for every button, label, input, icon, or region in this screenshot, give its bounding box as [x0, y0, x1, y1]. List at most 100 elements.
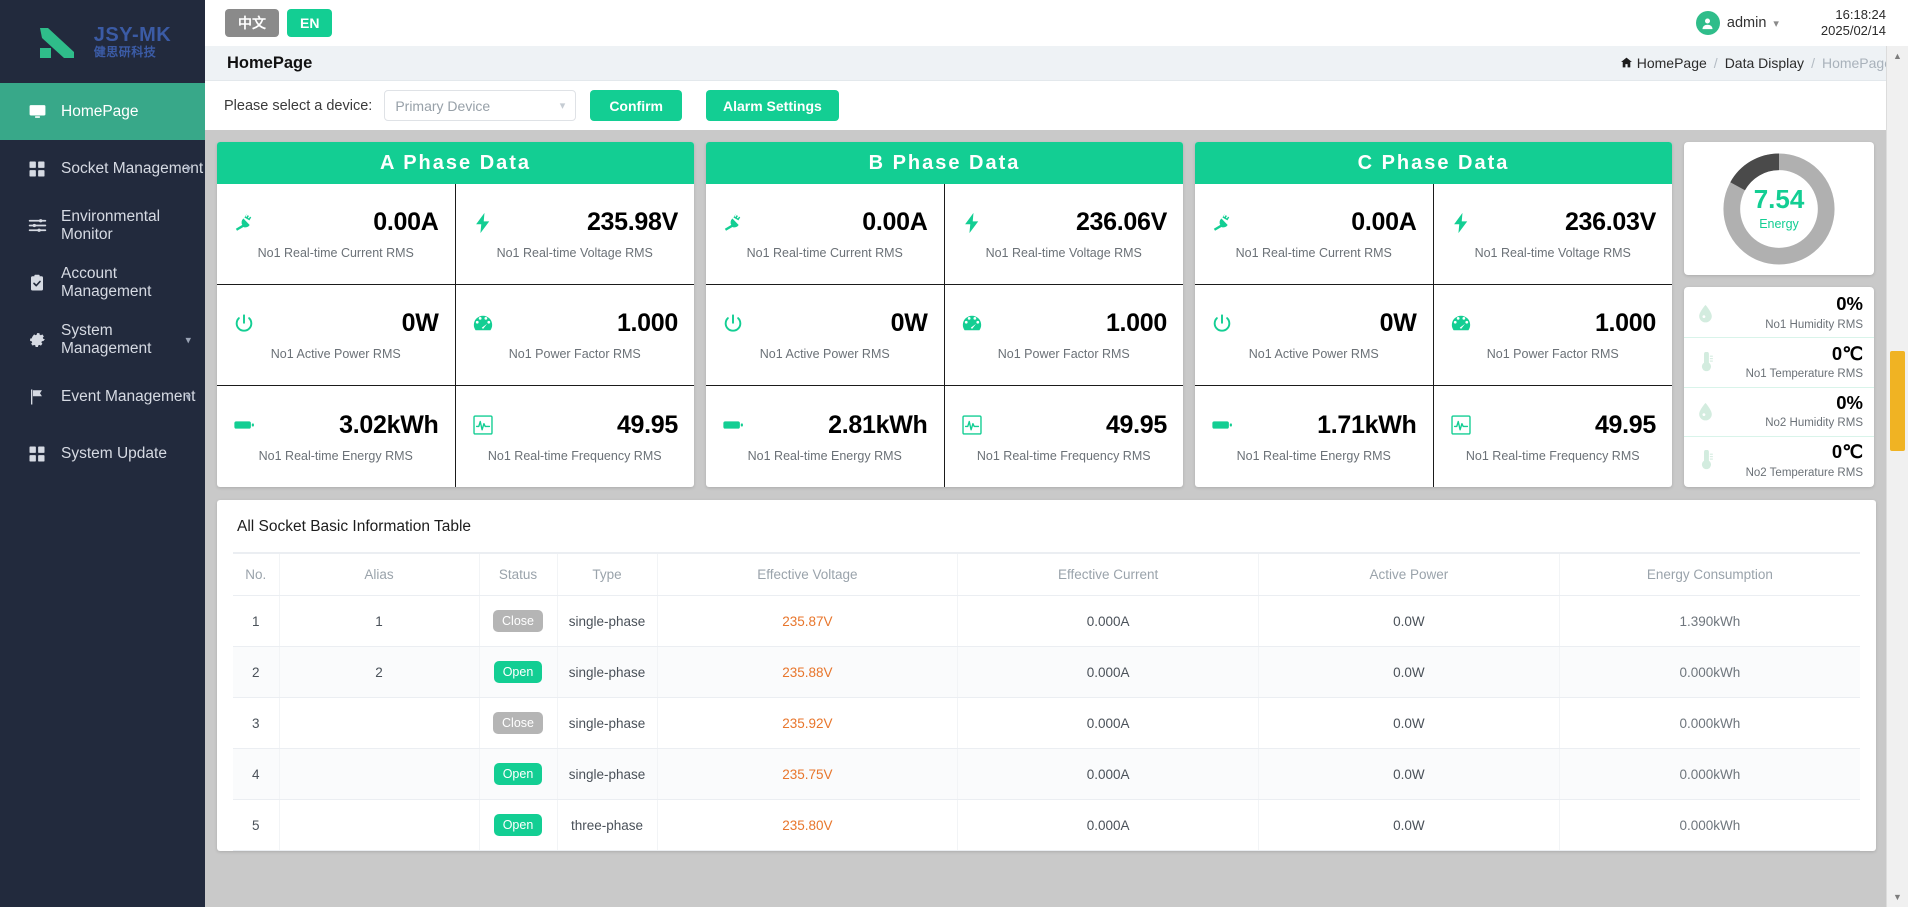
table-header-row: No. Alias Status Type Effective Voltage Effec… [233, 554, 1860, 596]
gauge-icon [472, 313, 494, 335]
metric-value: 1.000 [1594, 309, 1656, 337]
phase-card-title: B Phase Data [706, 142, 1183, 184]
status-badge[interactable]: Close [493, 712, 543, 734]
status-badge[interactable]: Close [493, 610, 543, 632]
cell-voltage: 235.80V [657, 799, 959, 851]
table-body: 1 1 Close single-phase 235.87V 0.000A 0.0W 1.39… [233, 595, 1860, 851]
metric-value: 1.71kWh [1317, 410, 1417, 439]
clock: 16:18:24 2025/02/14 [1821, 7, 1886, 39]
sidebar-item-account-management[interactable]: Account Management [0, 254, 205, 311]
sidebar-item-homepage[interactable]: HomePage [0, 83, 205, 140]
sidebar-item-system-update[interactable]: System Update [0, 425, 205, 482]
metric-value: 0W [401, 309, 439, 337]
metric-value: 1.000 [616, 309, 678, 337]
status-badge[interactable]: Open [493, 814, 543, 836]
sidebar-item-label: Account Management [61, 264, 152, 300]
sidebar-item-label: System Management [61, 321, 152, 357]
metric-label: No1 Real-time Voltage RMS [985, 246, 1142, 260]
metric-label: No1 Active Power RMS [270, 347, 401, 361]
cell-power: 0.0W [1258, 595, 1560, 647]
table-row[interactable]: 4 Open single-phase 235.75V 0.000A 0.0W 0.000k… [233, 748, 1860, 800]
chevron-down-icon: ▾ [559, 100, 566, 112]
table-row[interactable]: 2 2 Open single-phase 235.88V 0.000A 0.0W 0.000… [233, 646, 1860, 698]
device-toolbar: Please select a device: Primary Device ▾… [205, 81, 1908, 130]
metric-label: No1 Real-time Energy RMS [258, 448, 413, 463]
logo-mark-icon [34, 22, 86, 62]
sidebar-item-label: System Update [61, 444, 167, 462]
sidebar-item-label: Socket Management [61, 159, 204, 177]
lang-chinese-button[interactable]: 中文 [225, 9, 279, 37]
cell-status: Close [479, 595, 558, 647]
sidebar-item-environmental-monitor[interactable]: Environmental Monitor [0, 197, 205, 254]
metric-label: No1 Active Power RMS [759, 347, 890, 361]
breadcrumb-current: HomePage [1821, 55, 1892, 71]
metric-tile: 1.000 No1 Power Factor RMS [944, 285, 1183, 386]
humidity-icon [1692, 401, 1718, 422]
phase-cards-row: A Phase Data 0.00A No1 Real-time Current R… [205, 130, 1888, 487]
environment-value: 0% [1836, 293, 1863, 315]
metric-tile: 0W No1 Active Power RMS [1195, 285, 1434, 386]
cell-energy: 0.000kWh [1559, 646, 1860, 698]
sidebar-nav: HomePage Socket Management ▾ Environmental … [0, 83, 205, 482]
cell-power: 0.0W [1258, 799, 1560, 851]
table-column-header: Active Power [1258, 554, 1560, 596]
metric-value: 0.00A [1351, 208, 1417, 236]
table-row[interactable]: 5 Open three-phase 235.80V 0.000A 0.0W 0.000kW… [233, 799, 1860, 851]
waveform-icon [1450, 414, 1472, 436]
power-icon [233, 313, 255, 335]
metric-tile: 1.000 No1 Power Factor RMS [1433, 285, 1672, 386]
avatar [1695, 11, 1720, 35]
metric-label: No1 Real-time Energy RMS [1236, 448, 1391, 463]
metric-label: No1 Real-time Current RMS [746, 246, 903, 260]
home-icon [1620, 56, 1633, 72]
metric-tile: 0.00A No1 Real-time Current RMS [1195, 184, 1434, 285]
sidebar-item-socket-management[interactable]: Socket Management ▾ [0, 140, 205, 197]
scroll-down-arrow[interactable]: ▼ [1887, 887, 1908, 907]
metric-label: No1 Real-time Energy RMS [747, 448, 902, 463]
metric-tile: 49.95 No1 Real-time Frequency RMS [456, 386, 695, 487]
metric-value: 235.98V [586, 208, 678, 236]
sidebar-item-event-management[interactable]: Event Management ▾ [0, 368, 205, 425]
power-icon [1211, 313, 1233, 335]
cell-alias: 2 [279, 646, 480, 698]
status-badge[interactable]: Open [493, 661, 543, 683]
lang-english-button[interactable]: EN [287, 9, 333, 37]
vertical-scrollbar[interactable]: ▲ ▼ [1886, 46, 1908, 907]
metric-label: No1 Real-time Frequency RMS [487, 448, 662, 463]
scrollbar-thumb[interactable] [1890, 351, 1905, 451]
breadcrumb-home-label: HomePage [1636, 54, 1707, 71]
environment-value: 0℃ [1831, 342, 1863, 364]
clipboard-check-icon [27, 273, 47, 293]
breadcrumb-home[interactable]: HomePage [1620, 55, 1707, 72]
metric-value: 0W [1379, 309, 1417, 337]
cell-status: Close [479, 697, 558, 749]
user-menu[interactable]: admin ▾ [1695, 11, 1779, 35]
metric-tile: 49.95 No1 Real-time Frequency RMS [1434, 386, 1673, 487]
cell-alias [279, 799, 480, 851]
cell-no: 3 [233, 697, 280, 749]
phase-card: A Phase Data 0.00A No1 Real-time Current R… [217, 142, 694, 487]
table-row[interactable]: 3 Close single-phase 235.92V 0.000A 0.0W 0.000… [233, 697, 1860, 749]
cell-type: single-phase [557, 595, 658, 647]
cell-energy: 0.000kWh [1559, 697, 1860, 749]
scrollbar-track[interactable] [1887, 66, 1908, 887]
brand-logo[interactable]: JSY-MK 健思研科技 [0, 0, 205, 83]
energy-gauge-caption: Energy [1759, 217, 1799, 231]
status-badge[interactable]: Open [493, 763, 543, 785]
table-row[interactable]: 1 1 Close single-phase 235.87V 0.000A 0.0W 1.39… [233, 595, 1860, 647]
alarm-settings-button[interactable]: Alarm Settings [705, 90, 839, 121]
metric-value: 2.81kWh [828, 410, 928, 439]
table-column-header: Effective Voltage [657, 554, 959, 596]
sidebar-item-system-management[interactable]: System Management ▾ [0, 311, 205, 368]
scroll-up-arrow[interactable]: ▲ [1887, 46, 1908, 66]
clock-time: 16:18:24 [1835, 7, 1886, 23]
gear-icon [27, 330, 47, 350]
plug-icon [233, 212, 255, 234]
breadcrumb-data-display[interactable]: Data Display [1725, 55, 1804, 71]
right-summary-column: 7.54 Energy 0% No1 Humidity RMS 0℃ No1 Temp… [1684, 142, 1874, 487]
confirm-button[interactable]: Confirm [590, 90, 682, 121]
device-select[interactable]: Primary Device ▾ [384, 90, 577, 121]
metric-value: 0.00A [862, 208, 928, 236]
metric-label: No1 Real-time Current RMS [1235, 246, 1392, 260]
metric-value: 236.06V [1075, 208, 1167, 236]
